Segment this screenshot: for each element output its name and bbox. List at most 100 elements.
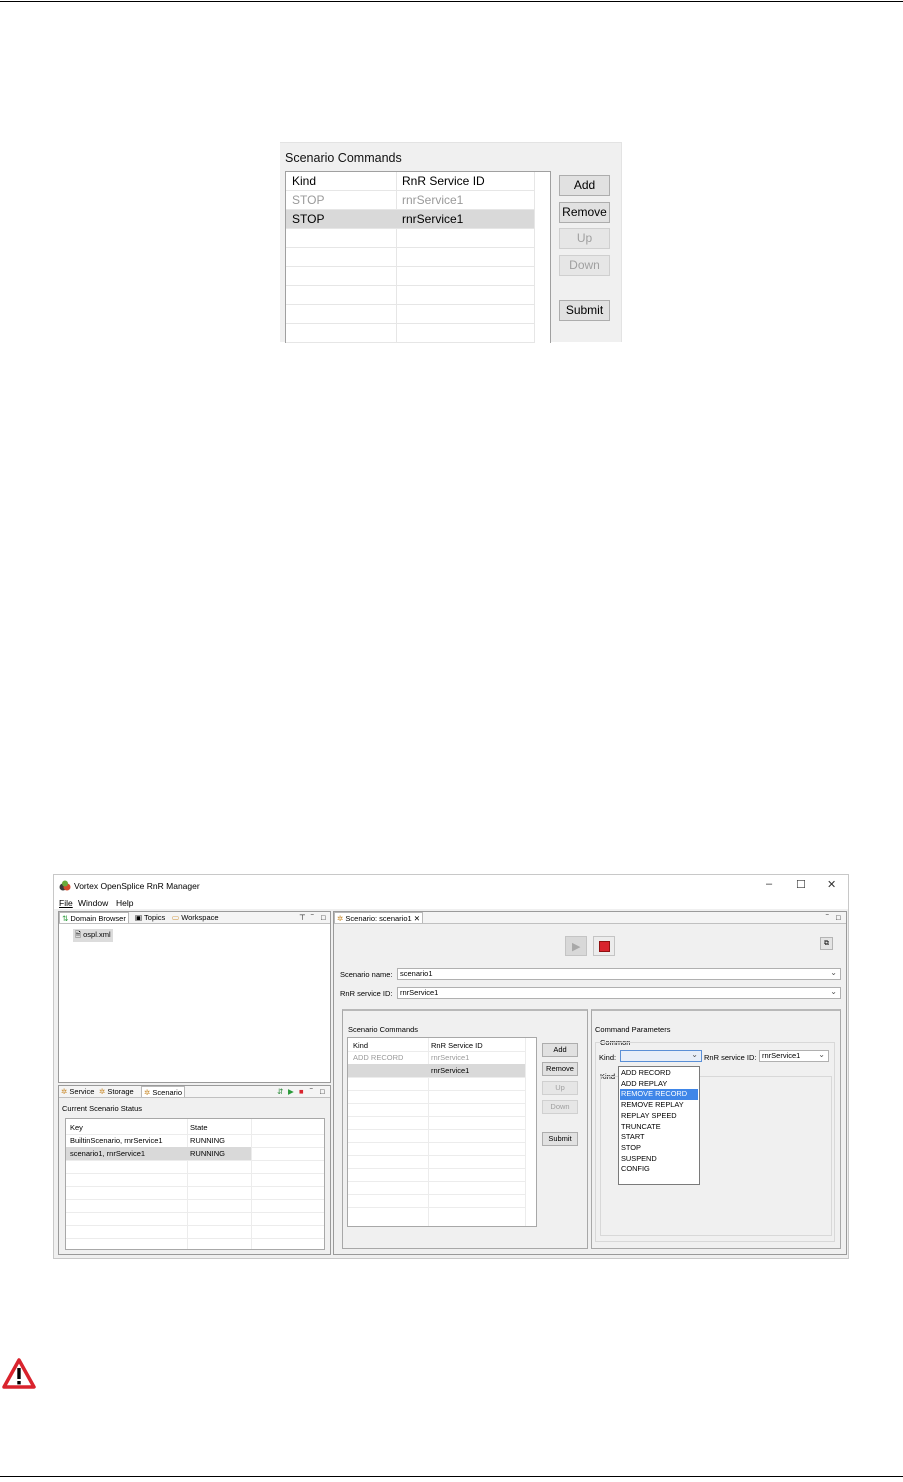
table-header: Kind RnR Service ID — [286, 172, 534, 190]
close-tab-icon[interactable]: ✕ — [414, 914, 420, 923]
tab-domain-browser[interactable]: ⇅ Domain Browser — [59, 912, 129, 923]
domain-browser-icon: ⇅ — [62, 914, 69, 923]
topics-icon: ▣ — [135, 913, 143, 922]
kind-combo[interactable]: ⌄ — [620, 1050, 702, 1062]
scenario-status-table[interactable]: Key State BuiltinScenario, rnrService1 R… — [65, 1118, 325, 1250]
play-icon: ▶ — [572, 941, 581, 953]
kind-label: Kind: — [599, 1053, 617, 1062]
column-divider — [534, 172, 535, 343]
option-truncate[interactable]: TRUNCATE — [620, 1122, 698, 1133]
close-icon[interactable]: ✕ — [827, 878, 836, 891]
option-config[interactable]: CONFIG — [620, 1164, 698, 1175]
column-header-service: RnR Service ID — [402, 174, 485, 188]
option-stop[interactable]: STOP — [620, 1143, 698, 1154]
tab-scenario[interactable]: ✲ Scenario — [141, 1086, 185, 1097]
stop-icon — [599, 941, 610, 952]
option-remove-record[interactable]: REMOVE RECORD — [620, 1089, 698, 1101]
storage-gear-icon: ✲ — [99, 1087, 106, 1096]
option-add-record[interactable]: ADD RECORD — [620, 1068, 698, 1079]
maximize-view-icon[interactable]: □ — [321, 913, 326, 922]
option-suspend[interactable]: SUSPEND — [620, 1154, 698, 1165]
scenario-gear-icon: ✲ — [337, 914, 344, 923]
menu-window[interactable]: Window — [78, 898, 108, 908]
tab-workspace[interactable]: ▭ Workspace — [172, 913, 219, 922]
submit-button[interactable]: Submit — [542, 1132, 578, 1146]
scenario-gear-icon: ✲ — [144, 1088, 151, 1097]
editor-tab-bar: ✲ Scenario: scenario1 ✕ ‾ □ — [334, 912, 846, 924]
params-rnr-service-id-combo[interactable]: rnrService1 ⌄ — [759, 1050, 829, 1062]
params-rnr-service-id-label: RnR service ID: — [704, 1053, 757, 1062]
minimize-view-icon[interactable]: ‾ — [311, 913, 314, 922]
rnr-service-id-combo[interactable]: rnrService1 ⌄ — [397, 987, 841, 999]
minimize-view-icon[interactable]: ‾ — [826, 913, 829, 922]
menu-help[interactable]: Help — [116, 898, 133, 908]
option-replay-speed[interactable]: REPLAY SPEED — [620, 1111, 698, 1122]
option-remove-replay[interactable]: REMOVE REPLAY — [620, 1100, 698, 1111]
chevron-down-icon: ⌄ — [691, 1050, 698, 1059]
minimize-view-icon[interactable]: ‾ — [310, 1087, 313, 1096]
left-top-tab-bar: ⇅ Domain Browser ▣ Topics ▭ Workspace ⊤ … — [59, 912, 330, 924]
remove-button[interactable]: Remove — [542, 1062, 578, 1076]
scenario-name-combo[interactable]: scenario1 ⌄ — [397, 968, 841, 980]
table-row-selected[interactable]: STOP rnrService1 — [286, 210, 534, 228]
command-parameters-title: Command Parameters — [595, 1025, 671, 1034]
minimize-icon[interactable]: – — [766, 878, 772, 890]
scenario-commands-subpane: Scenario Commands Kind RnR Service ID AD… — [342, 1009, 588, 1249]
chevron-down-icon: ⌄ — [818, 1050, 825, 1059]
bottom-page-rule — [0, 1476, 903, 1477]
export-icon[interactable]: ⧉ — [820, 937, 833, 950]
up-button[interactable]: Up — [559, 228, 610, 249]
refresh-icon[interactable]: ⇵ — [277, 1087, 283, 1096]
maximize-view-icon[interactable]: □ — [320, 1087, 325, 1096]
table-row[interactable]: BuiltinScenario, rnrService1 RUNNING — [66, 1134, 251, 1147]
remove-button[interactable]: Remove — [559, 202, 610, 223]
scenario-name-label: Scenario name: — [340, 970, 393, 979]
top-page-rule — [0, 1, 903, 2]
play-icon[interactable]: ▶ — [288, 1087, 294, 1096]
scenario-status-pane: ✲ Service ✲ Storage ✲ Scenario ⇵ ▶ ■ ‾ □… — [58, 1085, 331, 1255]
table-header: Key State — [70, 1123, 208, 1132]
table-row-selected[interactable]: scenario1, rnrService1 RUNNING — [66, 1147, 251, 1160]
add-button[interactable]: Add — [559, 175, 610, 196]
domain-browser-pane: ⇅ Domain Browser ▣ Topics ▭ Workspace ⊤ … — [58, 911, 331, 1083]
maximize-view-icon[interactable]: □ — [836, 913, 841, 922]
warning-triangle-icon — [2, 1358, 36, 1389]
tab-topics[interactable]: ▣ Topics — [135, 913, 165, 922]
chevron-down-icon: ⌄ — [830, 968, 837, 977]
window-title: Vortex OpenSplice RnR Manager — [74, 881, 200, 891]
rnr-manager-window: Vortex OpenSplice RnR Manager – ☐ ✕ File… — [53, 874, 849, 1259]
tab-service[interactable]: ✲ Service — [61, 1087, 94, 1096]
menu-bar: File Window Help — [54, 897, 848, 909]
submit-button[interactable]: Submit — [559, 300, 610, 321]
scenario-commands-title: Scenario Commands — [348, 1025, 419, 1034]
menu-file[interactable]: File — [59, 898, 73, 908]
stop-icon[interactable]: ■ — [299, 1087, 304, 1096]
stop-button[interactable] — [593, 936, 615, 956]
tree-item-ospl-xml[interactable]: 🗎 ospl.xml — [73, 929, 113, 942]
table-row[interactable]: STOP rnrService1 — [286, 191, 534, 209]
up-button[interactable]: Up — [542, 1081, 578, 1095]
app-logo-icon — [59, 880, 71, 891]
table-row-selected[interactable]: rnrService1 — [348, 1064, 525, 1077]
down-button[interactable]: Down — [542, 1100, 578, 1114]
play-button[interactable]: ▶ — [565, 936, 587, 956]
maximize-icon[interactable]: ☐ — [796, 878, 806, 891]
down-button[interactable]: Down — [559, 255, 610, 276]
scenario-commands-table[interactable]: Kind RnR Service ID STOP rnrService1 STO… — [285, 171, 551, 343]
scenario-commands-table[interactable]: Kind RnR Service ID ADD RECORD rnrServic… — [347, 1037, 537, 1227]
add-button[interactable]: Add — [542, 1043, 578, 1057]
left-bottom-tab-bar: ✲ Service ✲ Storage ✲ Scenario ⇵ ▶ ■ ‾ □ — [59, 1086, 330, 1098]
tab-scenario-editor[interactable]: ✲ Scenario: scenario1 ✕ — [334, 912, 424, 923]
current-scenario-status-label: Current Scenario Status — [62, 1104, 143, 1113]
tab-storage[interactable]: ✲ Storage — [99, 1087, 134, 1096]
service-gear-icon: ✲ — [61, 1087, 68, 1096]
scenario-editor-pane: ✲ Scenario: scenario1 ✕ ‾ □ ▶ ⧉ Scenario… — [333, 911, 847, 1255]
option-add-replay[interactable]: ADD REPLAY — [620, 1079, 698, 1090]
kind-dropdown-list[interactable]: ADD RECORD ADD REPLAY REMOVE RECORD REMO… — [618, 1066, 700, 1185]
xml-file-icon: 🗎 — [75, 930, 82, 939]
scenario-commands-figure: Scenario Commands Kind RnR Service ID ST… — [280, 142, 622, 343]
table-row[interactable]: ADD RECORD rnrService1 — [348, 1051, 525, 1064]
rnr-service-id-label: RnR service ID: — [340, 989, 393, 998]
option-start[interactable]: START — [620, 1132, 698, 1143]
view-toolbar-icon[interactable]: ⊤ — [299, 913, 306, 922]
